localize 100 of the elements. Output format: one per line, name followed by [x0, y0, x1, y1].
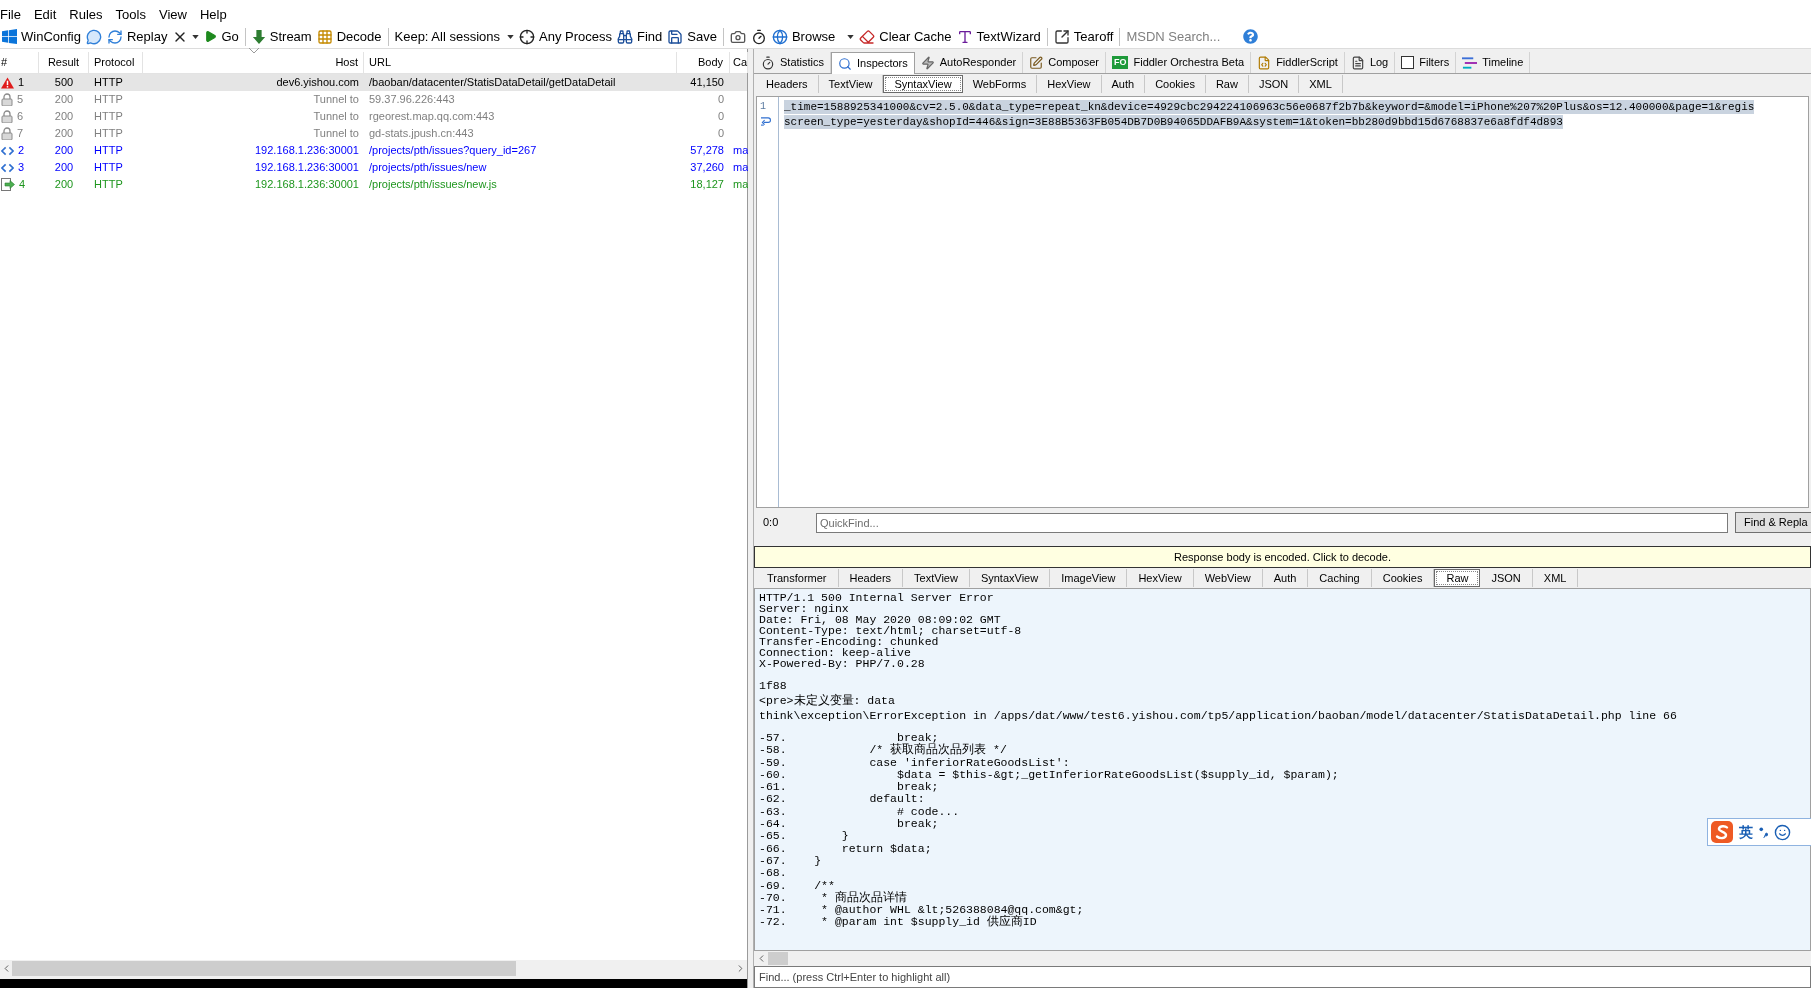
- column-header[interactable]: Protocol: [89, 52, 143, 73]
- session-row[interactable]: 4 200 HTTP 192.168.1.236:30001 /projects/pth/issues/new.js 18,127 ma: [0, 176, 747, 193]
- caret-icon: [192, 34, 200, 39]
- punctuation-mode-icon[interactable]: [1759, 826, 1768, 838]
- view-tab[interactable]: Cookies: [1145, 75, 1206, 93]
- view-tab[interactable]: WebView: [1193, 569, 1263, 587]
- inspector-tab[interactable]: Inspectors: [831, 52, 915, 74]
- magnifier-icon: [838, 56, 852, 71]
- stopwatch-icon: [750, 28, 767, 45]
- protocol-label: HTTP: [94, 92, 123, 108]
- checkbox[interactable]: [1401, 56, 1415, 69]
- line-wrap-icon: [760, 117, 771, 126]
- menu-item[interactable]: Rules: [69, 7, 103, 23]
- log-file-icon: [1350, 55, 1365, 70]
- inspector-tab[interactable]: FO Fiddler Orchestra Beta: [1105, 52, 1252, 73]
- inspector-tab[interactable]: Filters: [1395, 52, 1457, 73]
- row-number: 4: [19, 177, 26, 193]
- view-tab[interactable]: SyntaxView: [883, 75, 963, 93]
- inspector-tab[interactable]: FiddlerScript: [1251, 52, 1345, 73]
- window-arrow-icon: [1053, 28, 1070, 45]
- camera-icon: [729, 28, 746, 45]
- url-path: 59.37.96.226:443: [369, 92, 455, 108]
- host-name: Tunnel to: [313, 126, 359, 142]
- view-tab[interactable]: JSON: [1480, 569, 1533, 587]
- view-tab[interactable]: Auth: [1101, 75, 1146, 93]
- host-name: 192.168.1.236:30001: [255, 143, 359, 159]
- column-header[interactable]: #: [0, 52, 39, 73]
- decode-notice-bar[interactable]: Response body is encoded. Click to decode.: [754, 546, 1811, 568]
- play-icon: [204, 30, 218, 43]
- view-tab[interactable]: Caching: [1308, 569, 1372, 587]
- search-field[interactable]: MSDN Search...: [1124, 26, 1241, 47]
- view-tab[interactable]: ImageView: [1050, 569, 1128, 587]
- any-process-button[interactable]: Any Process: [517, 25, 614, 48]
- column-header[interactable]: Host: [143, 52, 364, 73]
- horizontal-scrollbar[interactable]: [0, 960, 747, 976]
- body-size: 0: [717, 126, 724, 142]
- response-text-line: X-Powered-By: PHP/7.0.28: [759, 658, 925, 669]
- keep-sessions-dropdown[interactable]: Keep: All sessions: [392, 25, 516, 48]
- row-number: 7: [17, 126, 24, 142]
- inspector-tab[interactable]: Timeline: [1456, 52, 1531, 73]
- crosshair-icon: [519, 28, 535, 45]
- view-tab[interactable]: Raw: [1434, 569, 1481, 587]
- view-tab[interactable]: Headers: [756, 75, 819, 93]
- response-text-line: -60. $data = $this-&gt;_getInferiorRateGoodsList($supply_id, $param);: [759, 768, 1339, 782]
- letter-t-icon: [956, 28, 973, 45]
- column-header[interactable]: Result: [39, 52, 89, 73]
- angle-brackets-icon: [1, 162, 14, 173]
- textwizard-button[interactable]: TextWizard: [954, 25, 1043, 48]
- globe-icon: [771, 28, 788, 45]
- view-tab[interactable]: Transformer: [756, 569, 839, 587]
- scrollbar-thumb[interactable]: [768, 952, 788, 965]
- winconfig-button[interactable]: WinConfig: [0, 25, 83, 48]
- truncated-text: ma: [733, 177, 749, 193]
- view-tab[interactable]: WebForms: [962, 75, 1038, 93]
- view-tab[interactable]: Headers: [838, 569, 904, 587]
- view-tab[interactable]: XML: [1299, 75, 1343, 93]
- smiley-icon[interactable]: [1774, 823, 1791, 841]
- response-body[interactable]: [754, 588, 1811, 951]
- input-mode-label[interactable]: 英: [1739, 821, 1753, 843]
- request-editor[interactable]: [756, 96, 1809, 508]
- angle-brackets-icon: [1, 145, 14, 156]
- column-header[interactable]: URL: [364, 52, 677, 73]
- view-tab[interactable]: SyntaxView: [969, 569, 1051, 587]
- view-tab[interactable]: XML: [1532, 569, 1579, 587]
- session-row[interactable]: 1 500 HTTP dev6.yishou.com /baoban/datacenter/StatisDataDetail/getDataDetail 41,150: [0, 74, 747, 91]
- decode-button[interactable]: Decode: [314, 25, 384, 48]
- inspector-tab[interactable]: Composer: [1023, 52, 1106, 73]
- stream-button[interactable]: Stream: [249, 25, 314, 48]
- pencil-note-icon: [1029, 55, 1044, 70]
- find-replace-button[interactable]: Find & Repla: [1735, 512, 1811, 533]
- speech-bubble-icon: [85, 28, 102, 45]
- menu-item[interactable]: View: [158, 7, 187, 23]
- response-text-line: -72. * @param int $supply_id 供应商ID: [759, 916, 1037, 929]
- inspector-tab[interactable]: AutoResponder: [914, 52, 1024, 73]
- view-tab[interactable]: Raw: [1205, 75, 1249, 93]
- replay-button[interactable]: Replay: [104, 25, 170, 48]
- menu-item[interactable]: Tools: [115, 7, 146, 23]
- view-tab[interactable]: JSON: [1248, 75, 1300, 93]
- menu-item[interactable]: Help: [199, 7, 227, 23]
- browse-button[interactable]: Browse: [769, 25, 857, 48]
- response-text-line: Server: nginx: [759, 603, 849, 614]
- menu-item[interactable]: Edit: [33, 7, 57, 23]
- view-tab[interactable]: HexView: [1037, 75, 1102, 93]
- column-header[interactable]: Body: [677, 52, 730, 73]
- view-tab[interactable]: TextView: [903, 569, 970, 587]
- view-tab[interactable]: Auth: [1262, 569, 1309, 587]
- menu-item[interactable]: File: [0, 7, 21, 23]
- protocol-label: HTTP: [94, 75, 123, 91]
- inspector-tab[interactable]: Log: [1344, 52, 1396, 73]
- quickfind-field[interactable]: QuickFind...: [816, 512, 1728, 533]
- host-name: Tunnel to: [313, 92, 359, 108]
- find-field[interactable]: Find... (press Ctrl+Enter to highlight all): [754, 966, 1811, 988]
- go-button[interactable]: Go: [202, 25, 241, 48]
- clear-cache-button[interactable]: Clear Cache: [857, 25, 954, 48]
- save-button[interactable]: Save: [665, 25, 719, 48]
- url-path: /baoban/datacenter/StatisDataDetail/getDataDetail: [369, 75, 616, 91]
- view-tab[interactable]: HexView: [1127, 569, 1194, 587]
- scrollbar-thumb[interactable]: [12, 960, 516, 976]
- tearoff-button[interactable]: Tearoff: [1051, 25, 1116, 48]
- find-button[interactable]: Find: [615, 25, 665, 48]
